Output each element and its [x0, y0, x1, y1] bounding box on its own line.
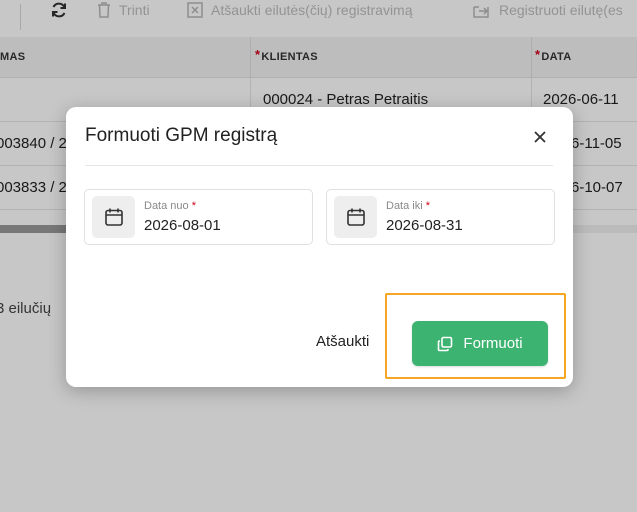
dialog-divider	[85, 165, 553, 166]
cancel-button[interactable]: Atšaukti	[316, 333, 369, 350]
date-to-input[interactable]: 2026-08-31	[386, 217, 463, 234]
date-from-label-text: Data nuo	[144, 200, 189, 212]
page: Trinti Atšaukti eilutės(čių) registravim…	[0, 0, 637, 512]
date-to-picker-button[interactable]	[334, 196, 377, 238]
date-to-field[interactable]: Data iki * 2026-08-31	[326, 189, 555, 245]
gpm-register-dialog: Formuoti GPM registrą Data nuo * 2026-08…	[66, 107, 573, 387]
date-from-label: Data nuo *	[144, 200, 196, 212]
required-mark: *	[425, 200, 431, 212]
formuoti-button[interactable]: Formuoti	[412, 321, 548, 366]
date-from-input[interactable]: 2026-08-01	[144, 217, 221, 234]
copy-icon	[438, 336, 453, 351]
calendar-icon	[346, 208, 365, 226]
required-mark: *	[191, 200, 196, 212]
date-to-label: Data iki *	[386, 200, 430, 212]
formuoti-button-label: Formuoti	[463, 335, 523, 352]
dialog-title: Formuoti GPM registrą	[85, 125, 278, 146]
close-button[interactable]	[532, 129, 548, 145]
date-from-picker-button[interactable]	[92, 196, 135, 238]
date-from-field[interactable]: Data nuo * 2026-08-01	[84, 189, 313, 245]
date-to-label-text: Data iki	[386, 200, 423, 212]
close-icon	[534, 131, 546, 143]
calendar-icon	[104, 208, 123, 226]
